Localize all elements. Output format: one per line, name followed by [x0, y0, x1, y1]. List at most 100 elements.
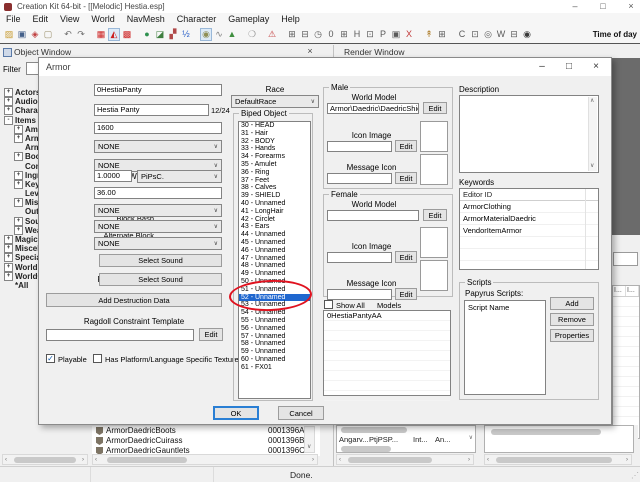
- dark-clock-icon[interactable]: ◉: [521, 28, 533, 41]
- male-world-model-field[interactable]: Armor\Daedric\DaedricShield.nif: [327, 103, 419, 114]
- model-0hestiapantyaa[interactable]: 0HestiaPantyAA: [324, 311, 450, 321]
- weight-class-combo[interactable]: PiPsC. ∨: [137, 170, 222, 183]
- menu-gameplay[interactable]: Gameplay: [222, 13, 275, 26]
- biped-item-56-unnamed[interactable]: 56 - Unnamed: [239, 325, 310, 333]
- biped-item-49-unnamed[interactable]: 49 - Unnamed: [239, 270, 310, 278]
- biped-item-46-unnamed[interactable]: 46 - Unnamed: [239, 247, 310, 255]
- clock-icon[interactable]: ◷: [312, 28, 324, 41]
- snap-to-reference-icon[interactable]: ▩: [121, 28, 133, 41]
- playable-checkbox[interactable]: ✓: [46, 354, 55, 363]
- biped-item-41-longhair[interactable]: 41 - LongHair: [239, 208, 310, 216]
- ragdoll-edit-button[interactable]: Edit: [199, 328, 223, 341]
- description-scrollbar[interactable]: ∧ ∨: [588, 97, 597, 171]
- biped-item-43-ears[interactable]: 43 - Ears: [239, 223, 310, 231]
- cancel-button[interactable]: Cancel: [278, 406, 324, 420]
- biped-item-35-amulet[interactable]: 35 - Amulet: [239, 161, 310, 169]
- weight-field[interactable]: 1.0000: [94, 170, 132, 182]
- sound-marker-icon[interactable]: ∿: [213, 28, 225, 41]
- dialog-maximize-button[interactable]: □: [560, 60, 578, 74]
- biped-item-48-unnamed[interactable]: 48 - Unnamed: [239, 262, 310, 270]
- window-tool-4-icon[interactable]: ⊡: [364, 28, 376, 41]
- enchanting-combo[interactable]: NONE ∨: [94, 140, 222, 153]
- app-maximize-button[interactable]: □: [594, 0, 612, 12]
- mountains-icon[interactable]: ▲: [226, 28, 238, 41]
- snap-to-angle-icon[interactable]: ◭: [108, 28, 120, 41]
- id-field[interactable]: 0HestiaPanty: [94, 84, 222, 96]
- heightmap-icon[interactable]: ▞: [167, 28, 179, 41]
- app-close-button[interactable]: ×: [622, 0, 640, 12]
- biped-item-32-body[interactable]: 32 - BODY: [239, 138, 310, 146]
- female-message-icon-field[interactable]: [327, 289, 392, 300]
- light-marker-icon[interactable]: ◉: [200, 28, 212, 41]
- race-combo[interactable]: DefaultRace ∨: [231, 95, 319, 108]
- object-list-hscrollbar[interactable]: ‹ ›: [92, 454, 318, 465]
- menu-navmesh[interactable]: NavMesh: [121, 13, 171, 26]
- biped-item-34-forearms[interactable]: 34 - Forearms: [239, 153, 310, 161]
- biped-item-59-unnamed[interactable]: 59 - Unnamed: [239, 348, 310, 356]
- platform-textures-checkbox[interactable]: [93, 354, 102, 363]
- clock-2-icon[interactable]: ◎: [482, 28, 494, 41]
- tree-hscrollbar[interactable]: ‹ ›: [2, 454, 88, 465]
- description-textarea[interactable]: ∧ ∨: [459, 95, 599, 173]
- pickup-sound-button[interactable]: Select Sound: [99, 254, 222, 267]
- x-tool-icon[interactable]: X: [403, 28, 415, 41]
- side-panel-field[interactable]: [613, 252, 638, 266]
- models-list[interactable]: 0HestiaPantyAA: [323, 310, 451, 401]
- keywords-header[interactable]: Editor ID: [460, 189, 598, 201]
- add-destruction-data-button[interactable]: Add Destruction Data: [46, 293, 222, 307]
- value-field[interactable]: 1600: [94, 122, 222, 134]
- menu-view[interactable]: View: [54, 13, 85, 26]
- male-world-model-edit-button[interactable]: Edit: [423, 102, 447, 114]
- w-tool-icon[interactable]: W: [495, 28, 507, 41]
- snap-to-grid-icon[interactable]: ▦: [95, 28, 107, 41]
- warnings-icon[interactable]: ⚠: [266, 28, 278, 41]
- save-icon[interactable]: ▣: [16, 28, 28, 41]
- male-message-icon-field[interactable]: [327, 173, 392, 184]
- female-icon-image-field[interactable]: [327, 252, 392, 263]
- dialog-minimize-button[interactable]: –: [533, 60, 551, 74]
- female-world-model-edit-button[interactable]: Edit: [423, 209, 447, 221]
- object-window-close-icon[interactable]: ×: [303, 46, 317, 57]
- undo-icon[interactable]: ↶: [62, 28, 74, 41]
- biped-item-57-unnamed[interactable]: 57 - Unnamed: [239, 333, 310, 341]
- dialogue-bubble-icon[interactable]: ❍: [246, 28, 258, 41]
- resize-grip[interactable]: ⋰: [631, 471, 639, 480]
- app-minimize-button[interactable]: –: [566, 0, 584, 12]
- name-field[interactable]: Hestia Panty: [94, 104, 209, 116]
- menu-file[interactable]: File: [0, 13, 27, 26]
- window-tool-8-icon[interactable]: ⊟: [508, 28, 520, 41]
- preferences-icon[interactable]: ▢: [42, 28, 54, 41]
- version-control-icon[interactable]: ◈: [29, 28, 41, 41]
- window-tool-1-icon[interactable]: ⊞: [286, 28, 298, 41]
- biped-item-58-unnamed[interactable]: 58 - Unnamed: [239, 340, 310, 348]
- biped-item-33-hands[interactable]: 33 - Hands: [239, 145, 310, 153]
- biped-item-31-hair[interactable]: 31 - Hair: [239, 130, 310, 138]
- window-tool-2-icon[interactable]: ⊟: [299, 28, 311, 41]
- object-row-armordaedriccuirass[interactable]: ArmorDaedricCuirass 0001396B: [92, 436, 320, 446]
- male-icon-edit-button[interactable]: Edit: [395, 140, 417, 152]
- p-tool-icon[interactable]: P: [377, 28, 389, 41]
- bottom-panel-right-hscrollbar[interactable]: ‹ ›: [484, 454, 632, 465]
- script-properties-button[interactable]: Properties: [550, 329, 594, 342]
- equip-type-combo[interactable]: NONE ∨: [94, 204, 222, 217]
- biped-item-40-unnamed[interactable]: 40 - Unnamed: [239, 200, 310, 208]
- male-icon-image-field[interactable]: [327, 141, 392, 152]
- window-tool-3-icon[interactable]: ⊞: [338, 28, 350, 41]
- scale-half-icon[interactable]: ½: [180, 28, 192, 41]
- biped-item-42-circlet[interactable]: 42 - Circlet: [239, 216, 310, 224]
- script-remove-button[interactable]: Remove: [550, 313, 594, 326]
- female-icon-edit-button[interactable]: Edit: [395, 251, 417, 263]
- alternate-block-combo[interactable]: NONE ∨: [94, 237, 222, 250]
- female-message-edit-button[interactable]: Edit: [395, 288, 417, 300]
- block-bash-combo[interactable]: NONE ∨: [94, 220, 222, 233]
- biped-item-55-unnamed[interactable]: 55 - Unnamed: [239, 317, 310, 325]
- window-tool-6-icon[interactable]: ⊞: [436, 28, 448, 41]
- biped-item-61-fx01[interactable]: 61 - FX01: [239, 364, 310, 372]
- keyword-armorclothing[interactable]: ArmorClothing: [460, 201, 598, 213]
- axe-icon[interactable]: ↟: [423, 28, 435, 41]
- script-list[interactable]: Script Name: [464, 300, 546, 395]
- h-tool-icon[interactable]: H: [351, 28, 363, 41]
- biped-item-30-head[interactable]: 30 - HEAD: [239, 122, 310, 130]
- biped-item-60-unnamed[interactable]: 60 - Unnamed: [239, 356, 310, 364]
- menu-world[interactable]: World: [85, 13, 120, 26]
